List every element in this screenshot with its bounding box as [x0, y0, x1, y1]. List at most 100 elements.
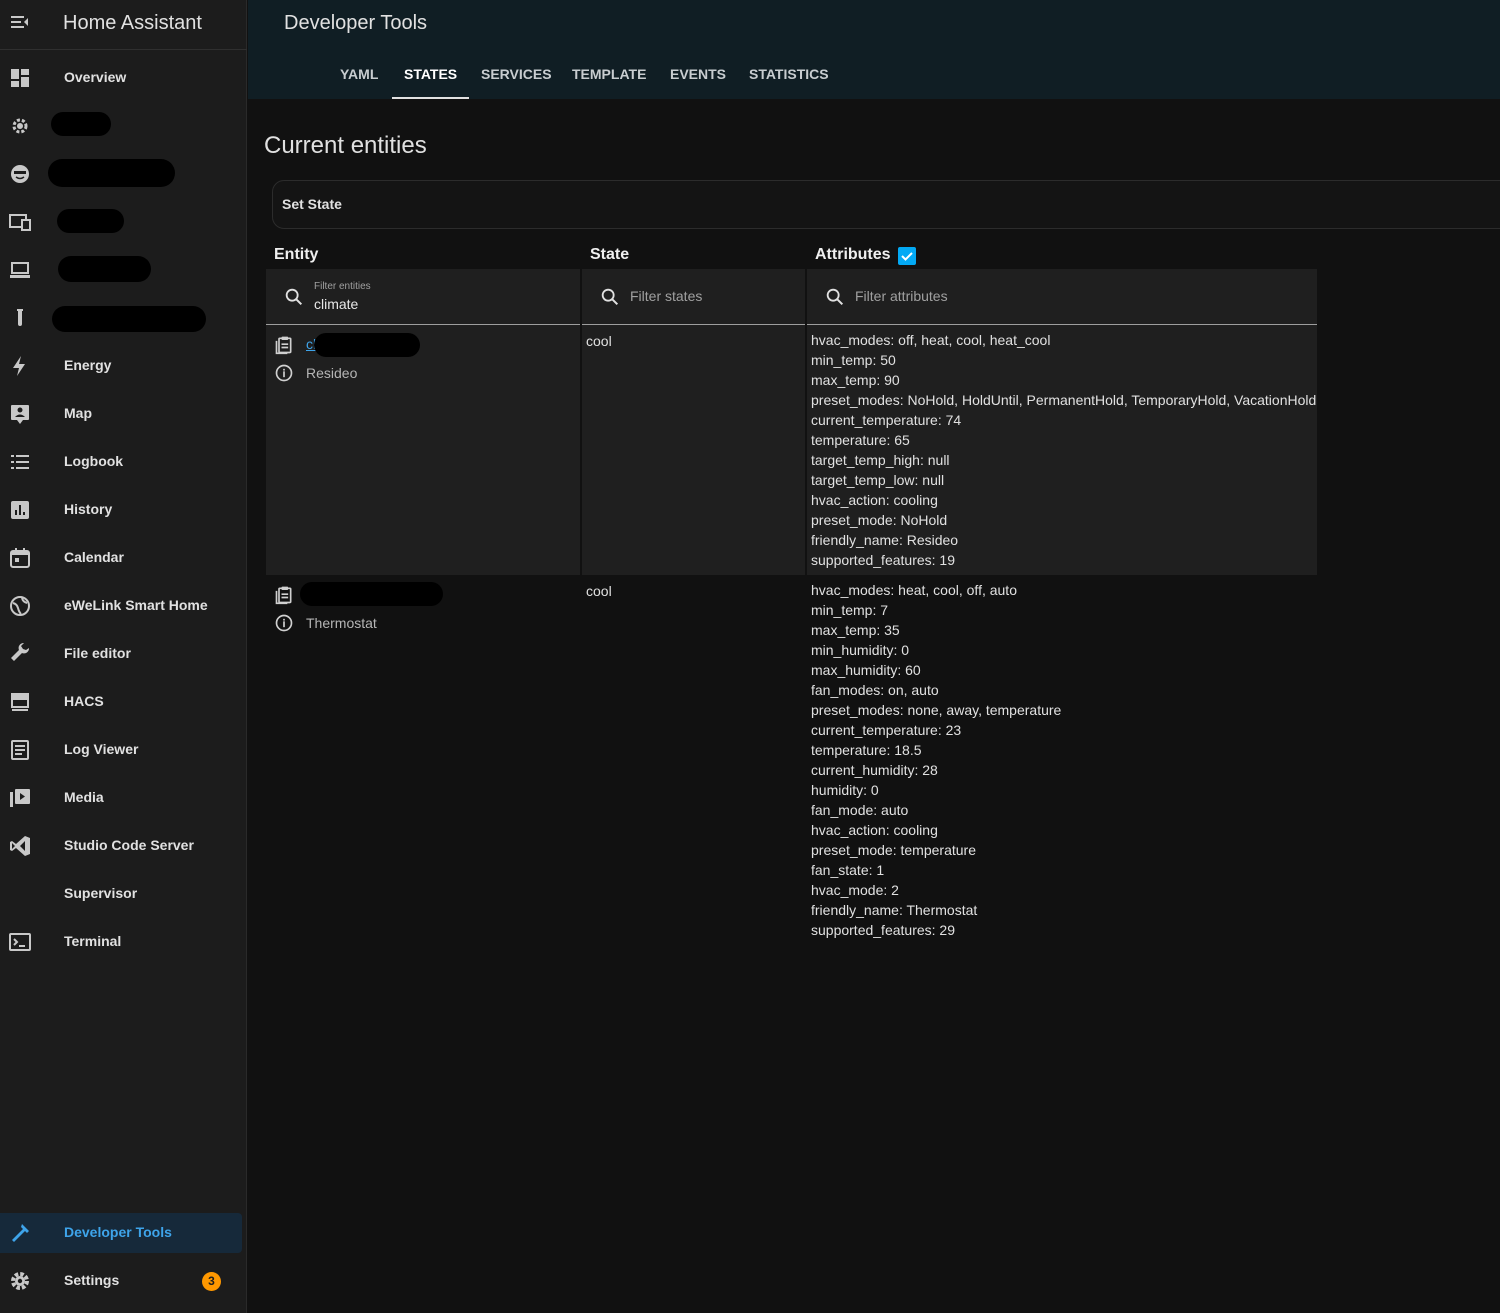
hammer-icon — [8, 1221, 32, 1245]
sidebar-item-ewelink[interactable]: eWeLink Smart Home — [0, 586, 242, 626]
clipboard-copy-icon[interactable] — [274, 335, 294, 355]
tab-template[interactable]: TEMPLATE — [560, 52, 658, 99]
tab-yaml[interactable]: YAML — [328, 52, 390, 99]
gear-icon — [8, 1269, 32, 1293]
sidebar-item-label: Studio Code Server — [64, 837, 194, 853]
entity-state: cool — [586, 583, 612, 599]
app-title: Home Assistant — [63, 12, 202, 34]
attribute-item: min_humidity: 0 — [811, 642, 910, 658]
attribute-item: temperature: 18.5 — [811, 742, 922, 758]
table-row: Thermostat cool hvac_modes: heat, cool, … — [266, 575, 1317, 945]
tab-events[interactable]: EVENTS — [658, 52, 738, 99]
redacted-label — [58, 256, 151, 282]
sidebar-item-label: Energy — [64, 357, 112, 373]
sidebar-item-label: Calendar — [64, 549, 124, 565]
redacted-entity-id — [300, 582, 443, 606]
sidebar-item-redacted-4[interactable] — [0, 250, 242, 290]
sidebar-item-logbook[interactable]: Logbook — [0, 442, 242, 482]
filter-entities-value: climate — [314, 296, 359, 312]
sidebar-item-label: Developer Tools — [64, 1224, 172, 1240]
sidebar-item-developer-tools[interactable]: Developer Tools — [0, 1213, 242, 1253]
list-icon — [8, 450, 32, 474]
sidebar-item-label: Map — [64, 405, 92, 421]
sidebar-item-redacted-2[interactable] — [0, 154, 242, 194]
filter-attributes-input[interactable]: Filter attributes — [807, 269, 1317, 325]
attribute-item: hvac_modes: heat, cool, off, auto — [811, 582, 1017, 598]
filter-entities-input[interactable]: Filter entities climate — [266, 269, 580, 325]
attribute-item: preset_modes: NoHold, HoldUntil, Permane… — [811, 392, 1317, 408]
sidebar-item-label: Log Viewer — [64, 741, 139, 757]
attribute-item: fan_state: 1 — [811, 862, 885, 878]
sidebar-item-media[interactable]: Media — [0, 778, 242, 818]
sidebar-item-redacted-3[interactable] — [0, 202, 242, 242]
column-header-entity: Entity — [274, 246, 319, 263]
attribute-item: target_temp_high: null — [811, 452, 950, 468]
sidebar-item-map[interactable]: Map — [0, 394, 242, 434]
sidebar-item-overview[interactable]: Overview — [0, 58, 242, 98]
attribute-item: hvac_mode: 2 — [811, 882, 899, 898]
menu-toggle-icon[interactable] — [8, 10, 32, 34]
attribute-item: friendly_name: Thermostat — [811, 902, 978, 918]
lightning-icon — [8, 354, 32, 378]
entity-friendly-name: Thermostat — [306, 615, 377, 631]
sidebar-item-hacs[interactable]: HACS — [0, 682, 242, 722]
sidebar-item-redacted-5[interactable] — [0, 298, 242, 338]
attributes-checkbox[interactable] — [898, 247, 916, 265]
column-divider — [805, 269, 807, 575]
info-icon[interactable] — [274, 363, 294, 383]
filter-states-input[interactable]: Filter states — [582, 269, 805, 325]
attribute-item: current_temperature: 23 — [811, 722, 962, 738]
sidebar-item-label: Supervisor — [64, 885, 138, 901]
attribute-list: hvac_modes: heat, cool, off, auto min_te… — [811, 580, 1061, 940]
entity-friendly-name: Resideo — [306, 365, 358, 381]
sidebar-item-file-editor[interactable]: File editor — [0, 634, 242, 674]
section-title: Current entities — [264, 132, 427, 159]
sidebar-item-studio-code-server[interactable]: Studio Code Server — [0, 826, 242, 866]
sidebar-item-label: Overview — [64, 69, 127, 85]
wrench-icon — [8, 642, 32, 666]
attribute-item: fan_mode: auto — [811, 802, 909, 818]
sidebar-item-history[interactable]: History — [0, 490, 242, 530]
clipboard-copy-icon[interactable] — [274, 585, 294, 605]
attribute-item: humidity: 0 — [811, 782, 879, 798]
attribute-item: min_temp: 7 — [811, 602, 889, 618]
sidebar: Home Assistant Overview Energy Map Logbo… — [0, 0, 247, 1313]
dashboard-icon — [8, 66, 32, 90]
sidebar-item-label: Terminal — [64, 933, 122, 949]
tab-states[interactable]: STATES — [392, 52, 470, 99]
sidebar-item-calendar[interactable]: Calendar — [0, 538, 242, 578]
filter-attributes-placeholder: Filter attributes — [855, 288, 948, 304]
filter-states-placeholder: Filter states — [630, 288, 703, 304]
calendar-icon — [8, 546, 32, 570]
map-account-icon — [8, 402, 32, 426]
column-divider — [580, 269, 582, 575]
page-title: Developer Tools — [284, 12, 428, 34]
sidebar-header: Home Assistant — [0, 0, 247, 50]
attribute-item: fan_modes: on, auto — [811, 682, 939, 698]
attribute-item: current_humidity: 28 — [811, 762, 938, 778]
sidebar-item-redacted-1[interactable] — [0, 106, 242, 146]
set-state-panel[interactable]: Set State — [272, 180, 1500, 229]
search-icon — [283, 286, 305, 308]
sidebar-item-energy[interactable]: Energy — [0, 346, 242, 386]
sidebar-item-log-viewer[interactable]: Log Viewer — [0, 730, 242, 770]
column-header-state: State — [590, 246, 630, 263]
sidebar-item-label: HACS — [64, 693, 104, 709]
face-icon — [8, 162, 32, 186]
tab-services[interactable]: SERVICES — [469, 52, 564, 99]
console-icon — [8, 930, 32, 954]
sidebar-item-terminal[interactable]: Terminal — [0, 922, 242, 962]
tab-statistics[interactable]: STATISTICS — [737, 52, 841, 99]
sidebar-item-supervisor[interactable]: Supervisor — [0, 874, 242, 914]
sidebar-item-label: History — [64, 501, 113, 517]
attribute-item: preset_mode: NoHold — [811, 512, 948, 528]
laptop-icon — [8, 258, 32, 282]
table-row: cl Resideo cool hvac_modes: off, heat, c… — [266, 325, 1317, 575]
chart-box-icon — [8, 498, 32, 522]
attribute-item: max_temp: 90 — [811, 372, 900, 388]
info-icon[interactable] — [274, 613, 294, 633]
attribute-item: supported_features: 29 — [811, 922, 955, 938]
hacs-icon — [8, 690, 32, 714]
sidebar-item-settings[interactable]: Settings 3 — [0, 1261, 242, 1301]
column-header-attributes: Attributes — [815, 246, 891, 263]
